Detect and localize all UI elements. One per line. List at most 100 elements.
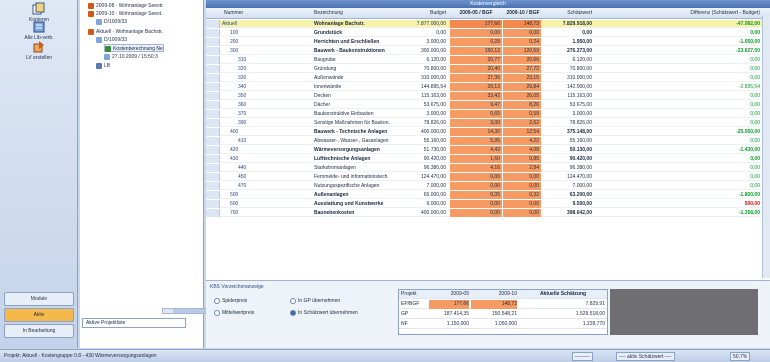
tree-node[interactable]: 2009-10 · Wohnanlage Seest. bbox=[88, 10, 162, 18]
row-selector[interactable] bbox=[206, 173, 220, 181]
radio-dot-selected bbox=[290, 309, 296, 316]
table-row[interactable]: 300 Bauwerk - Baukonstruktionen 300.000,00… bbox=[206, 47, 770, 55]
radio-mittelwertpreis[interactable]: Mittelwertpreis bbox=[214, 309, 254, 317]
cell-differenz: -2.895,54 bbox=[738, 84, 760, 90]
tree-node[interactable]: 2009-08 · Wohnanlage Seestr. bbox=[88, 2, 164, 10]
row-selector[interactable] bbox=[206, 146, 220, 154]
row-selector[interactable] bbox=[206, 47, 220, 55]
cell-budget: 400.000,00 bbox=[420, 129, 446, 135]
table-row[interactable]: 500 Außenanlagen 65.000,00 0,35 0,32 63.200,0… bbox=[206, 191, 770, 199]
cell-nummer: 450 bbox=[238, 174, 247, 180]
cell-bezeichnung: Fernmelde- und informationstech. bbox=[314, 174, 389, 180]
create-lv-button[interactable]: LV erstellen bbox=[4, 38, 74, 68]
header-schaetzwert[interactable]: Schätzwert bbox=[546, 8, 592, 19]
project-list-select[interactable]: Aktive Projektliste bbox=[82, 318, 186, 328]
cell-differenz: 0,00 bbox=[750, 30, 760, 36]
table-row[interactable]: 100 Grundstück 0,00 0,00 0,00 0,00 0,00 bbox=[206, 29, 770, 37]
cell-2009-05: 0,35 bbox=[450, 191, 502, 199]
project-tree[interactable]: 2009-08 · Wohnanlage Seestr. 2009-10 · W… bbox=[80, 0, 272, 348]
radio-schaetzwert[interactable]: In Schätzwert übernehmen bbox=[290, 309, 358, 317]
tree-node[interactable]: D/1009/33 bbox=[96, 36, 127, 44]
cell-nummer: 420 bbox=[230, 147, 239, 153]
cell-differenz: -1.430,00 bbox=[738, 147, 760, 153]
cell-differenz: 0,00 bbox=[750, 66, 760, 72]
tree-node-selected[interactable]: Kostenberechnung Ne bbox=[104, 44, 164, 52]
summary-table: Projekt 2009-05 2009-10 Aktuelle Schätzu… bbox=[398, 289, 608, 335]
header-2009-10[interactable]: 2009-10 / BGF bbox=[503, 8, 543, 19]
row-selector[interactable] bbox=[206, 164, 220, 172]
copy-icon bbox=[32, 2, 45, 15]
tree-node[interactable]: Aktuell · Wohnanlage Bachstr. bbox=[88, 28, 163, 36]
row-selector[interactable] bbox=[206, 65, 220, 73]
table-row[interactable]: 350 Decken 115.163,00 33,42 26,05 115.163,00 0… bbox=[206, 92, 770, 100]
row-selector[interactable] bbox=[206, 155, 220, 163]
row-selector[interactable] bbox=[206, 29, 220, 37]
row-selector[interactable] bbox=[206, 191, 220, 199]
cell-2009-05: 4,16 bbox=[450, 164, 502, 172]
row-selector[interactable] bbox=[206, 137, 220, 145]
tree-node[interactable]: 27.10.2009 / 15:50:3 bbox=[104, 53, 158, 61]
table-row[interactable]: 420 Wärmeversorgungsanlagen 51.730,00 4,42 4… bbox=[206, 146, 770, 154]
table-row[interactable]: 450 Fernmelde- und informationstech. 124.4… bbox=[206, 173, 770, 181]
radio-gp[interactable]: In GP übernehmen bbox=[290, 297, 340, 305]
cell-budget: 65.000,00 bbox=[423, 192, 446, 198]
row-selector[interactable] bbox=[206, 119, 220, 127]
table-row[interactable]: 310 Baugrube 6.120,00 20,77 20,66 6.120,00 0,0… bbox=[206, 56, 770, 64]
cell-differenz: 0,00 bbox=[750, 138, 760, 144]
row-selector[interactable] bbox=[206, 74, 220, 82]
row-selector[interactable] bbox=[206, 20, 220, 28]
in-progress-button[interactable]: In Bearbeitung bbox=[4, 324, 74, 338]
table-row[interactable]: 200 Herrichten und Erschließen 3.000,00 0,2… bbox=[206, 38, 770, 46]
row-selector[interactable] bbox=[206, 56, 220, 64]
header-differenz[interactable]: Differenz (Schätzwert - Budget) bbox=[602, 8, 760, 19]
row-selector[interactable] bbox=[206, 200, 220, 208]
create-lv-icon bbox=[33, 41, 44, 53]
tree-node[interactable]: LB bbox=[96, 62, 110, 70]
table-row[interactable]: 700 Baunebenkosten 400.000,00 0,00 0,00 398.6… bbox=[206, 209, 770, 217]
cell-budget: 53.675,00 bbox=[423, 102, 446, 108]
table-row[interactable]: 390 Sonstige Maßnahmen für Baukon. 78.826,… bbox=[206, 119, 770, 127]
table-row[interactable]: 370 Baukonstruktive Einbauten 3.000,00 0,65… bbox=[206, 110, 770, 118]
active-button[interactable]: Aktiv bbox=[4, 308, 74, 322]
cell-2009-10: 120,59 bbox=[503, 47, 541, 55]
row-selector[interactable] bbox=[206, 101, 220, 109]
table-row[interactable]: 360 Dächer 53.675,00 9,47 8,26 53.675,00 0,00 bbox=[206, 101, 770, 109]
cell-schaetzwert: 96.380,00 bbox=[569, 165, 592, 171]
tree-node[interactable]: D/1009/33 bbox=[96, 18, 127, 26]
header-budget[interactable]: Budget bbox=[406, 8, 446, 19]
table-row[interactable]: Aktuell Wohnanlage Bachstr. 7.877.000,00 17… bbox=[206, 20, 770, 28]
row-selector[interactable] bbox=[206, 209, 220, 217]
radio-dot bbox=[214, 297, 220, 304]
table-row[interactable]: 600 Ausstattung und Kunstwerke 9.000,00 0,0… bbox=[206, 200, 770, 208]
grid-vertical-scrollbar[interactable] bbox=[762, 16, 770, 278]
cell-nummer: 500 bbox=[230, 192, 239, 198]
cell-nummer: 100 bbox=[230, 30, 239, 36]
table-row[interactable]: 470 Nutzungsspezifische Anlagen 7.000,00 0,… bbox=[206, 182, 770, 190]
cell-budget: 3.000,00 bbox=[426, 111, 446, 117]
table-row[interactable]: 340 Innenwände 144.895,54 39,13 29,84 142.000… bbox=[206, 83, 770, 91]
row-selector[interactable] bbox=[206, 38, 220, 46]
cell-2009-10: 20,66 bbox=[503, 56, 541, 64]
cell-nummer: 340 bbox=[238, 84, 247, 90]
table-row[interactable]: 430 Lufttechnische Anlagen 90.420,00 1,60 0,… bbox=[206, 155, 770, 163]
row-selector[interactable] bbox=[206, 83, 220, 91]
row-selector[interactable] bbox=[206, 128, 220, 136]
radio-spiderpreis[interactable]: Spiderpreis bbox=[214, 297, 247, 305]
table-row[interactable]: 410 Abwasser-, Wasser-, Gasanlagen 55.160,… bbox=[206, 137, 770, 145]
row-selector[interactable] bbox=[206, 92, 220, 100]
cell-2009-05: 27,36 bbox=[450, 74, 502, 82]
table-row[interactable]: 440 Starkstromanlagen 96.380,00 4,16 2,84 96.… bbox=[206, 164, 770, 172]
row-selector[interactable] bbox=[206, 110, 220, 118]
module-button[interactable]: Module bbox=[4, 292, 74, 306]
grid-title: Kostenvergleich bbox=[206, 0, 770, 8]
header-bezeichnung[interactable]: Bezeichnung bbox=[314, 8, 404, 19]
cell-bezeichnung: Wärmeversorgungsanlagen bbox=[314, 147, 380, 153]
cost-grid[interactable]: Nummer Bezeichnung Budget 2009-05 / BGF … bbox=[206, 8, 770, 278]
table-row[interactable]: 330 Außenwände 310.000,00 27,36 23,15 310.000… bbox=[206, 74, 770, 82]
header-2009-05[interactable]: 2009-05 / BGF bbox=[450, 8, 502, 19]
row-selector[interactable] bbox=[206, 182, 220, 190]
header-nummer[interactable]: Nummer bbox=[224, 8, 312, 19]
table-row[interactable]: 320 Gründung 70.800,00 20,40 27,72 70.800,00 0… bbox=[206, 65, 770, 73]
cell-schaetzwert: 7.000,00 bbox=[572, 183, 592, 189]
table-row[interactable]: 400 Bauwerk - Technische Anlagen 400.000,0… bbox=[206, 128, 770, 136]
